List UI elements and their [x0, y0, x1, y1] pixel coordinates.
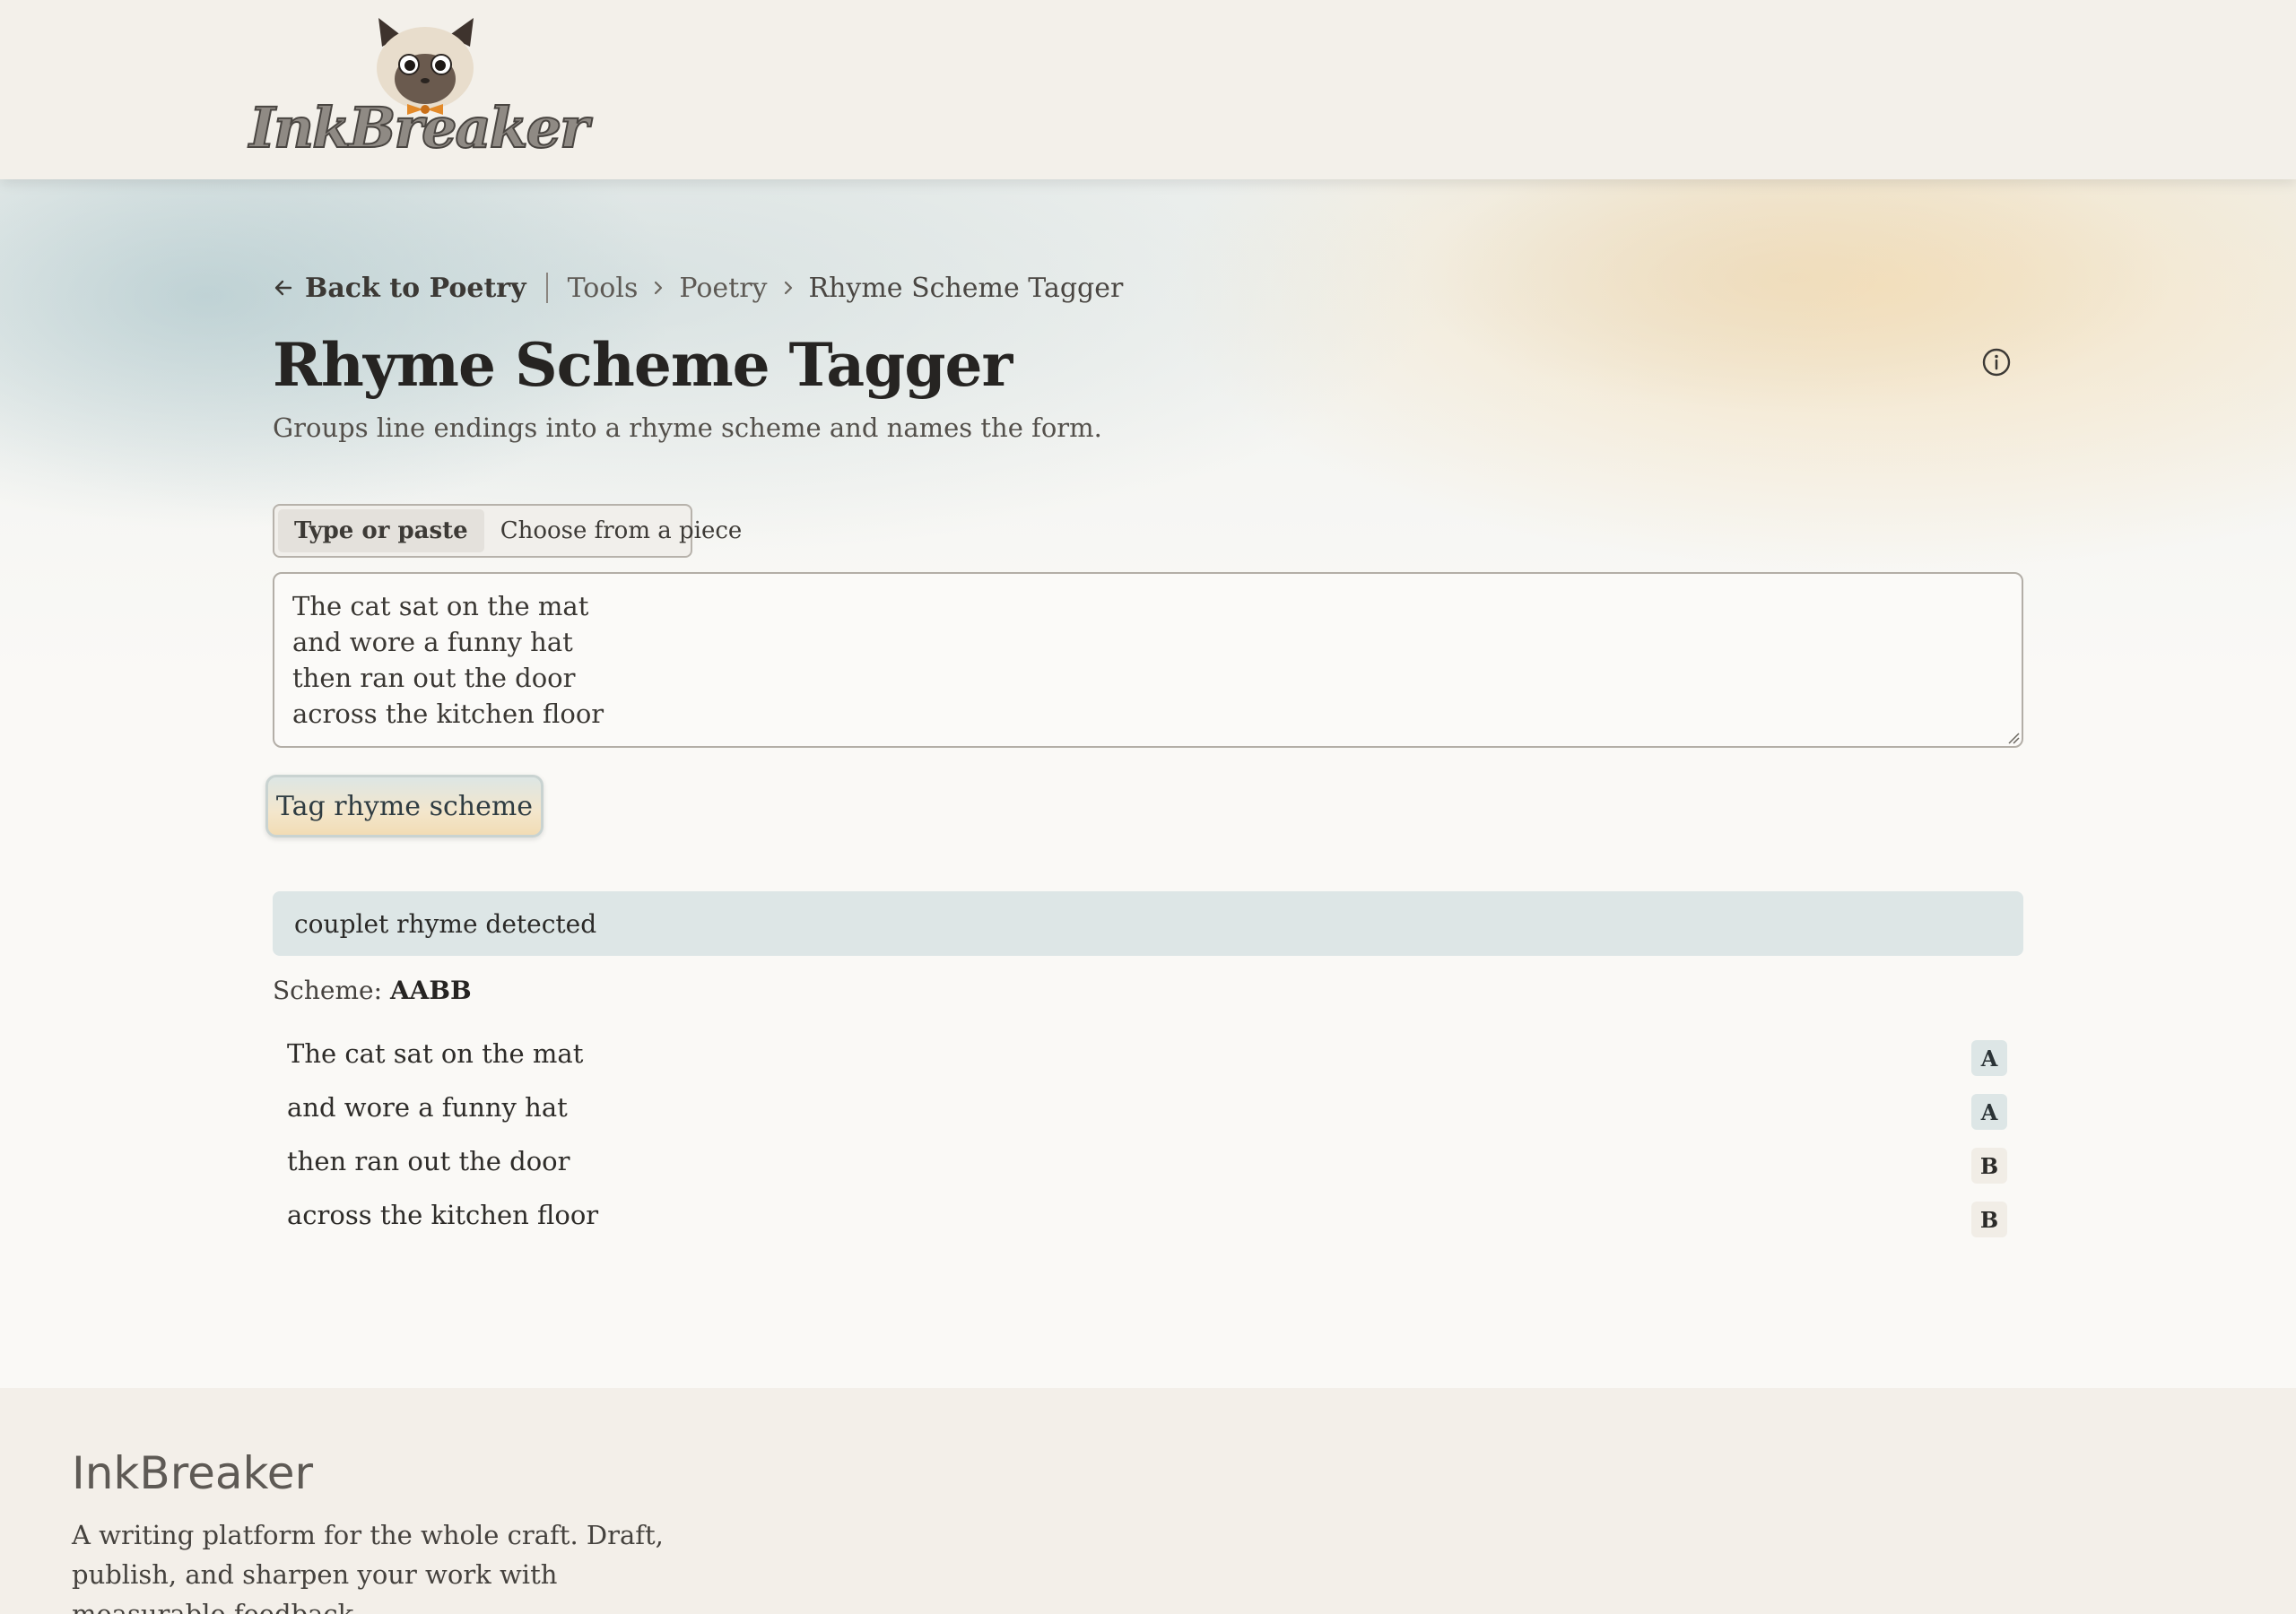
chevron-right-icon [780, 280, 796, 296]
breadcrumb-item-current: Rhyme Scheme Tagger [808, 272, 1124, 304]
rhyme-tag-badge: A [1971, 1040, 2007, 1076]
info-button[interactable] [1980, 346, 2013, 378]
back-link-label: Back to Poetry [305, 272, 526, 304]
rhyme-tag-badge: A [1971, 1094, 2007, 1130]
resize-handle-icon[interactable] [2007, 732, 2020, 744]
arrow-left-icon [274, 280, 292, 296]
site-logo[interactable]: InkBreaker [248, 18, 590, 161]
list-item: and wore a funny hat A [273, 1085, 2023, 1139]
site-header: InkBreaker [0, 0, 2296, 179]
footer-brand: InkBreaker [72, 1447, 314, 1499]
list-item: The cat sat on the mat A [273, 1031, 2023, 1085]
line-text: then ran out the door [287, 1146, 570, 1176]
breadcrumb-item-tools[interactable]: Tools [568, 273, 639, 304]
line-text: The cat sat on the mat [287, 1038, 584, 1069]
back-to-poetry-link[interactable]: Back to Poetry [273, 273, 526, 304]
page-title: Rhyme Scheme Tagger [273, 330, 1013, 400]
info-icon [1982, 348, 2011, 377]
breadcrumb: Back to Poetry Tools Poetry Rhyme Scheme… [273, 265, 1123, 310]
rhyme-tag-badge: B [1971, 1202, 2007, 1237]
scheme-value: AABB [389, 976, 472, 1005]
list-item: then ran out the door B [273, 1139, 2023, 1193]
breadcrumb-divider [545, 273, 548, 303]
chevron-right-icon [650, 280, 666, 296]
page-subtitle: Groups line endings into a rhyme scheme … [273, 412, 1102, 443]
tab-choose-from-piece[interactable]: Choose from a piece [484, 509, 759, 552]
poem-textarea[interactable] [273, 572, 2023, 748]
scheme-summary: Scheme: AABB [273, 976, 472, 1005]
scheme-label: Scheme: [273, 976, 383, 1005]
logo-wordmark: InkBreaker [248, 94, 590, 161]
input-mode-tabs: Type or paste Choose from a piece [273, 504, 742, 558]
rhyme-tag-badge: B [1971, 1148, 2007, 1184]
line-text: across the kitchen floor [287, 1200, 599, 1230]
breadcrumb-item-poetry[interactable]: Poetry [679, 273, 767, 304]
tab-type-or-paste[interactable]: Type or paste [278, 509, 484, 552]
result-banner: couplet rhyme detected [273, 891, 2023, 956]
list-item: across the kitchen floor B [273, 1193, 2023, 1246]
tag-rhyme-scheme-button[interactable]: Tag rhyme scheme [265, 775, 544, 837]
line-text: and wore a funny hat [287, 1092, 568, 1123]
site-footer: InkBreaker A writing platform for the wh… [0, 1388, 2296, 1614]
footer-tagline: A writing platform for the whole craft. … [72, 1520, 664, 1614]
